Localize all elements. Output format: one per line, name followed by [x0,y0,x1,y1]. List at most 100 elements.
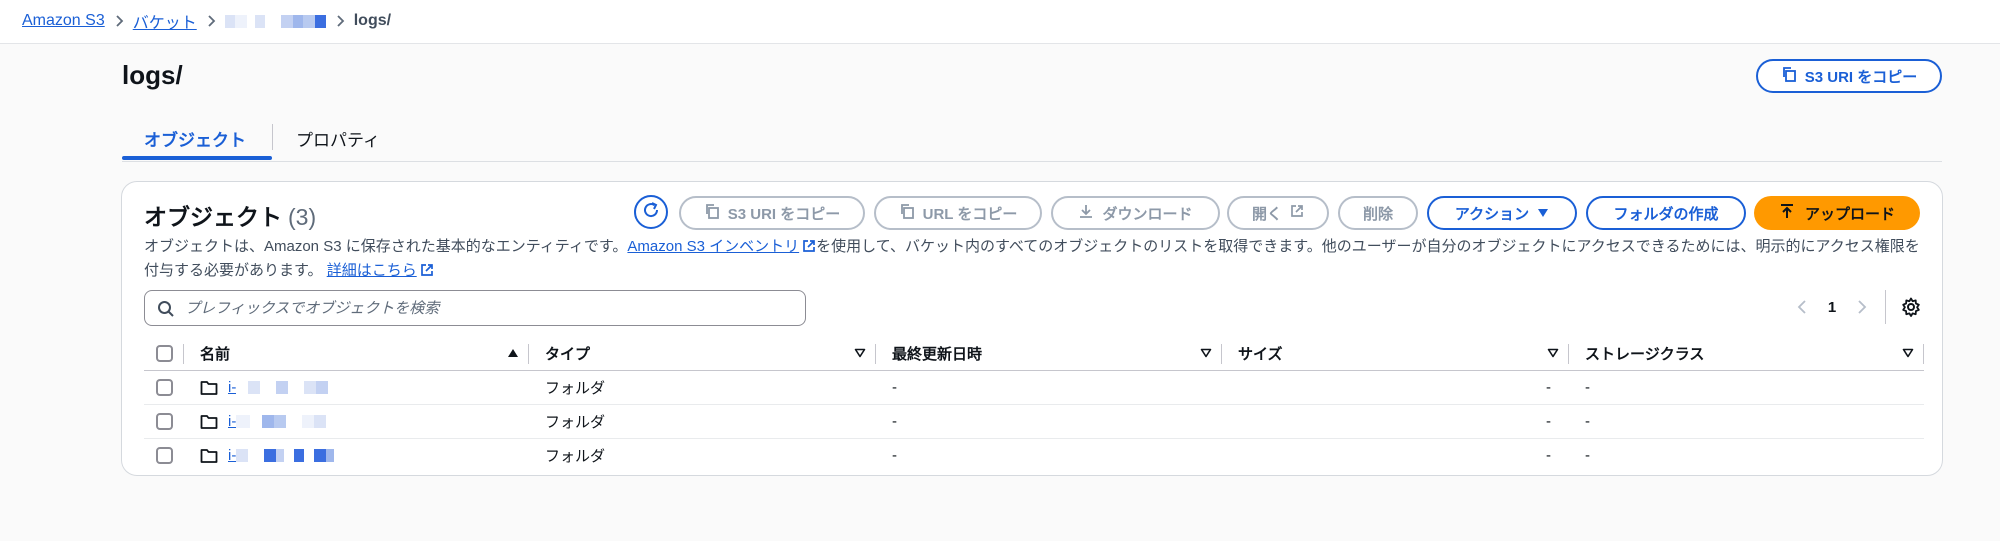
column-header-last-modified-label: 最終更新日時 [892,345,983,363]
search-icon [158,301,174,317]
object-name-redacted [236,449,335,463]
sort-ascending-icon [508,349,518,357]
active-tab-indicator [122,156,272,160]
copy-s3-uri-label: S3 URI をコピー [1804,68,1918,86]
column-header-size[interactable]: サイズ [1222,336,1569,371]
folder-icon [200,380,218,395]
sort-icon [1902,348,1914,358]
copy-icon [899,203,915,223]
upload-label: アップロード [1804,205,1895,223]
open-button[interactable]: 開く [1227,196,1329,230]
chevron-right-icon [105,10,133,32]
table-row: i- フォルダ - - - [144,370,1924,405]
object-type: フォルダ [545,448,606,466]
pagination: 1 [1787,290,1926,324]
copy-url-label: URL をコピー [922,205,1018,223]
object-name-link[interactable]: i- [228,447,335,465]
tab-properties[interactable]: プロパティ [296,126,380,151]
object-last-modified: - [876,404,1222,439]
objects-heading: オブジェクト [144,204,282,230]
copy-icon [704,203,720,223]
objects-count: (3) [288,204,317,230]
object-storage-class: - [1569,370,1924,405]
breadcrumb-buckets[interactable]: バケット [133,9,197,33]
download-button[interactable]: ダウンロード [1051,196,1220,230]
object-last-modified: - [876,370,1222,405]
description-text-1: オブジェクトは、Amazon S3 に保存された基本的なエンティティです。 [144,238,628,255]
learn-more-link[interactable]: 詳細はこちら [327,262,434,279]
sort-icon [1200,348,1212,358]
breadcrumb: Amazon S3 バケット logs/ [22,10,391,32]
object-name: i- [228,447,237,465]
object-size: - [1222,404,1569,439]
external-link-icon [1290,204,1304,222]
object-name-link[interactable]: i- [228,379,341,396]
open-label: 開く [1251,205,1282,223]
breadcrumb-bucket-name-redacted[interactable] [224,14,326,28]
top-bar: Amazon S3 バケット logs/ [0,0,2000,44]
object-name: i- [228,379,237,396]
refresh-button[interactable] [634,195,668,229]
object-name-redacted [236,381,341,395]
breadcrumb-amazon-s3[interactable]: Amazon S3 [22,12,105,30]
caret-down-icon [1537,205,1549,222]
actions-dropdown-button[interactable]: アクション [1427,196,1577,230]
column-header-size-label: サイズ [1238,345,1283,363]
upload-icon [1779,203,1795,223]
select-all-header [144,336,184,371]
object-name-link[interactable]: i- [228,413,339,430]
copy-url-button[interactable]: URL をコピー [874,196,1042,230]
copy-s3-uri-button[interactable]: S3 URI をコピー [1756,59,1942,93]
column-header-last-modified[interactable]: 最終更新日時 [876,336,1222,371]
refresh-icon [641,200,661,225]
object-type: フォルダ [529,404,876,439]
tab-objects[interactable]: オブジェクト [144,126,246,151]
folder-icon [200,448,218,463]
object-name-redacted [236,415,339,429]
column-header-storage-class-label: ストレージクラス [1585,345,1705,363]
copy-s3-uri-disabled-button[interactable]: S3 URI をコピー [679,196,865,230]
select-all-checkbox[interactable] [156,344,173,362]
objects-panel-title: オブジェクト (3) [144,198,316,232]
object-storage-class: - [1569,404,1924,439]
inventory-link[interactable]: Amazon S3 インベントリ [627,238,816,255]
next-page-button[interactable] [1847,292,1877,322]
column-header-type[interactable]: タイプ [529,336,876,371]
download-label: ダウンロード [1102,205,1193,223]
objects-description: オブジェクトは、Amazon S3 に保存された基本的なエンティティです。Ama… [144,236,1924,284]
row-checkbox[interactable] [156,413,173,430]
inventory-link-label: Amazon S3 インベントリ [627,238,800,255]
row-checkbox[interactable] [156,447,173,465]
create-folder-button[interactable]: フォルダの作成 [1586,196,1746,230]
table-header-row: 名前 タイプ 最終更新日時 サイズ ストレージクラス [144,336,1924,371]
page-title: logs/ [122,60,183,90]
row-checkbox[interactable] [156,379,173,396]
object-search-input[interactable] [185,292,785,324]
learn-more-label: 詳細はこちら [326,262,417,279]
page-number[interactable]: 1 [1817,299,1847,316]
object-size: - [1222,370,1569,405]
delete-button[interactable]: 削除 [1338,196,1418,230]
create-folder-label: フォルダの作成 [1613,205,1719,223]
pagination-divider [1885,290,1886,324]
column-header-name-label: 名前 [200,345,231,363]
tab-divider [272,124,273,150]
upload-button[interactable]: アップロード [1754,196,1920,230]
table-row: i- フォルダ - - - [144,404,1924,439]
previous-page-button[interactable] [1787,292,1817,322]
table-row: i- フォルダ - - - [144,439,1924,473]
object-name: i- [228,413,237,430]
table-preferences-button[interactable] [1896,292,1926,322]
object-last-modified: - [892,447,897,465]
chevron-left-icon [1797,300,1806,314]
column-divider[interactable] [1923,344,1924,364]
column-header-name[interactable]: 名前 [184,336,529,371]
gear-icon [1902,297,1920,317]
breadcrumb-current: logs/ [353,12,392,29]
sort-icon [1547,348,1559,358]
sort-icon [854,348,866,358]
chevron-right-icon [1858,300,1867,314]
chevron-right-icon [326,10,354,32]
folder-icon [200,414,218,429]
column-header-storage-class[interactable]: ストレージクラス [1569,336,1924,371]
